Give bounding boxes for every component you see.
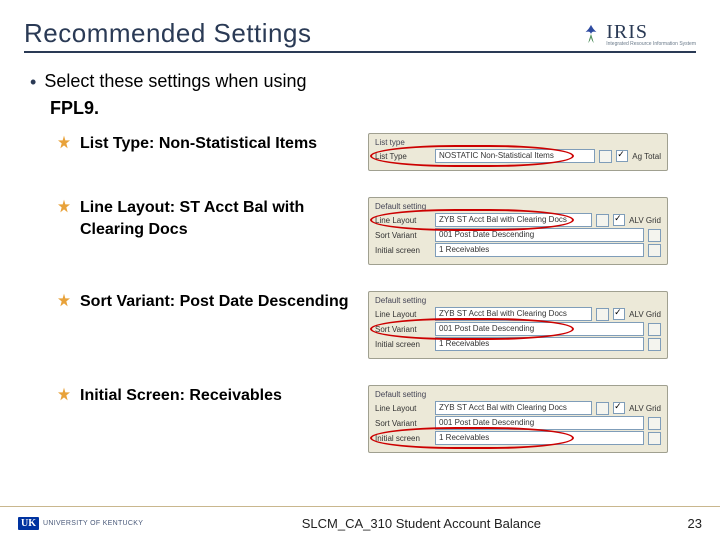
panel-row: Sort Variant 001 Post Date Descending <box>375 322 661 336</box>
panel-title: Default setting <box>375 202 661 211</box>
panel-row: Sort Variant 001 Post Date Descending <box>375 228 661 242</box>
dropdown-icon <box>648 417 661 430</box>
panel-title: Default setting <box>375 390 661 399</box>
iris-icon <box>580 23 602 45</box>
dropdown-icon <box>596 308 609 321</box>
row-label: Line Layout <box>375 310 431 319</box>
screenshot-snippet: List type List Type NOSTATIC Non-Statistic… <box>368 133 668 171</box>
checkbox-icon <box>616 150 628 162</box>
sap-panel: Default setting Line Layout ZYB ST Acct Ba… <box>368 197 668 265</box>
panel-row: Sort Variant 001 Post Date Descending <box>375 416 661 430</box>
uk-logo: UK UNIVERSITY OF KENTUCKY <box>18 517 143 530</box>
row-label: Initial screen <box>375 340 431 349</box>
setting-label: Initial Screen: Receivables <box>80 385 360 407</box>
uk-text: UNIVERSITY OF KENTUCKY <box>43 520 143 527</box>
dropdown-icon <box>648 244 661 257</box>
row-label: Sort Variant <box>375 419 431 428</box>
intro-bullet: • Select these settings when using <box>30 71 690 92</box>
row-field: ZYB ST Acct Bal with Clearing Docs <box>435 213 592 227</box>
panel-row: Line Layout ZYB ST Acct Bal with Clearing… <box>375 213 661 227</box>
sap-panel: List type List Type NOSTATIC Non-Statistic… <box>368 133 668 171</box>
content: • Select these settings when using FPL9.… <box>24 61 696 453</box>
logo-text-wrap: IRIS Integrated Resource Information Sys… <box>606 21 696 47</box>
dropdown-icon <box>648 229 661 242</box>
setting-item: Initial Screen: Receivables Default setti… <box>56 385 690 453</box>
row-field: 1 Receivables <box>435 431 644 445</box>
row-label: Initial screen <box>375 434 431 443</box>
setting-item: Line Layout: ST Acct Bal with Clearing D… <box>56 197 690 265</box>
slide: Recommended Settings IRIS Integrated Res… <box>0 0 720 540</box>
footer-title: SLCM_CA_310 Student Account Balance <box>155 516 687 531</box>
screenshot-snippet: Default setting Line Layout ZYB ST Acct Ba… <box>368 291 668 359</box>
dropdown-icon <box>648 323 661 336</box>
row-label: Line Layout <box>375 404 431 413</box>
sap-panel: Default setting Line Layout ZYB ST Acct Ba… <box>368 291 668 359</box>
panel-title: Default setting <box>375 296 661 305</box>
star-icon <box>56 293 72 309</box>
page-number: 23 <box>688 516 702 531</box>
row-label: Line Layout <box>375 216 431 225</box>
panel-row: Line Layout ZYB ST Acct Bal with Clearing… <box>375 307 661 321</box>
intro-text: Select these settings when using <box>44 71 306 92</box>
setting-item: List Type: Non-Statistical Items List typ… <box>56 133 690 171</box>
logo-subtext: Integrated Resource Information System <box>606 42 696 47</box>
uk-box: UK <box>18 517 39 530</box>
page-title: Recommended Settings <box>24 18 580 49</box>
dropdown-icon <box>648 432 661 445</box>
row-tail: ALV Grid <box>629 310 661 319</box>
row-label: Sort Variant <box>375 325 431 334</box>
row-field: 001 Post Date Descending <box>435 322 644 336</box>
row-label: Sort Variant <box>375 231 431 240</box>
panel-row: Initial screen 1 Receivables <box>375 243 661 257</box>
panel-row: Initial screen 1 Receivables <box>375 337 661 351</box>
panel-row: Line Layout ZYB ST Acct Bal with Clearing… <box>375 401 661 415</box>
row-field: 1 Receivables <box>435 337 644 351</box>
panel-title: List type <box>375 138 661 147</box>
dropdown-icon <box>648 338 661 351</box>
row-tail: ALV Grid <box>629 404 661 413</box>
row-tail: ALV Grid <box>629 216 661 225</box>
checkbox-icon <box>613 214 625 226</box>
setting-label: Line Layout: ST Acct Bal with Clearing D… <box>80 197 360 240</box>
dropdown-icon <box>599 150 612 163</box>
iris-logo: IRIS Integrated Resource Information Sys… <box>580 21 696 49</box>
screenshot-snippet: Default setting Line Layout ZYB ST Acct Ba… <box>368 385 668 453</box>
bullet-icon: • <box>30 73 36 91</box>
checkbox-icon <box>613 402 625 414</box>
row-field: ZYB ST Acct Bal with Clearing Docs <box>435 401 592 415</box>
dropdown-icon <box>596 214 609 227</box>
row-field: 1 Receivables <box>435 243 644 257</box>
setting-label: List Type: Non-Statistical Items <box>80 133 360 155</box>
screenshot-snippet: Default setting Line Layout ZYB ST Acct Ba… <box>368 197 668 265</box>
footer: UK UNIVERSITY OF KENTUCKY SLCM_CA_310 St… <box>0 506 720 540</box>
row-field: NOSTATIC Non-Statistical Items <box>435 149 595 163</box>
row-tail: Ag Total <box>632 152 661 161</box>
setting-item: Sort Variant: Post Date Descending Defaul… <box>56 291 690 359</box>
setting-label: Sort Variant: Post Date Descending <box>80 291 360 313</box>
panel-row: List Type NOSTATIC Non-Statistical Items A… <box>375 149 661 163</box>
row-label: List Type <box>375 152 431 161</box>
checkbox-icon <box>613 308 625 320</box>
row-field: ZYB ST Acct Bal with Clearing Docs <box>435 307 592 321</box>
star-icon <box>56 199 72 215</box>
tcode: FPL9. <box>50 98 690 119</box>
row-field: 001 Post Date Descending <box>435 228 644 242</box>
sap-panel: Default setting Line Layout ZYB ST Acct Ba… <box>368 385 668 453</box>
star-icon <box>56 135 72 151</box>
star-icon <box>56 387 72 403</box>
dropdown-icon <box>596 402 609 415</box>
header: Recommended Settings IRIS Integrated Res… <box>24 18 696 53</box>
panel-row: Initial screen 1 Receivables <box>375 431 661 445</box>
row-label: Initial screen <box>375 246 431 255</box>
row-field: 001 Post Date Descending <box>435 416 644 430</box>
